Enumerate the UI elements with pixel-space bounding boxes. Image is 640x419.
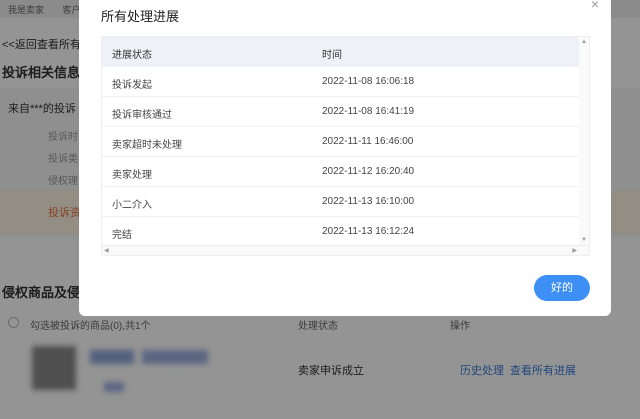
row-time: 2022-11-08 16:41:19: [322, 106, 415, 117]
table-row: 投诉审核通过 2022-11-08 16:41:19: [102, 97, 580, 127]
column-header-time: 时间: [322, 50, 342, 61]
row-time: 2022-11-13 16:12:24: [322, 226, 415, 237]
row-time: 2022-11-13 16:10:00: [322, 196, 415, 207]
scroll-right-icon[interactable]: ▶: [572, 247, 577, 254]
table-row: 完结 2022-11-13 16:12:24: [102, 217, 580, 247]
ok-button[interactable]: 好的: [534, 275, 590, 301]
row-time: 2022-11-12 16:20:40: [322, 166, 415, 177]
row-status: 投诉审核通过: [112, 110, 172, 121]
table-row: 小二介入 2022-11-13 16:10:00: [102, 187, 580, 217]
table-body: 投诉发起 2022-11-08 16:06:18 投诉审核通过 2022-11-…: [102, 67, 580, 247]
table-header: 进展状态 时间: [102, 37, 580, 67]
scroll-down-icon[interactable]: ▼: [581, 237, 587, 243]
row-status: 小二介入: [112, 200, 152, 211]
table-row: 卖家超时未处理 2022-11-11 16:46:00: [102, 127, 580, 157]
row-status: 卖家处理: [112, 170, 152, 181]
table-row: 投诉发起 2022-11-08 16:06:18: [102, 67, 580, 97]
row-time: 2022-11-11 16:46:00: [322, 136, 414, 147]
modal-title: 所有处理进展: [101, 9, 180, 24]
table-row: 卖家处理 2022-11-12 16:20:40: [102, 157, 580, 187]
close-icon[interactable]: ×: [591, 0, 599, 12]
row-time: 2022-11-08 16:06:18: [322, 76, 415, 87]
vertical-scrollbar[interactable]: ▲ ▼: [579, 37, 589, 245]
progress-table: 进展状态 时间 投诉发起 2022-11-08 16:06:18 投诉审核通过 …: [101, 36, 590, 256]
horizontal-scrollbar[interactable]: ◀ ▶: [102, 245, 589, 255]
column-header-status: 进展状态: [112, 50, 152, 61]
scroll-up-icon[interactable]: ▲: [581, 39, 587, 45]
scroll-left-icon[interactable]: ◀: [104, 247, 109, 254]
progress-modal: 所有处理进展 × 进展状态 时间 投诉发起 2022-11-08 16:06:1…: [79, 0, 611, 316]
row-status: 投诉发起: [112, 80, 152, 91]
row-status: 卖家超时未处理: [112, 140, 182, 151]
row-status: 完结: [112, 230, 132, 241]
